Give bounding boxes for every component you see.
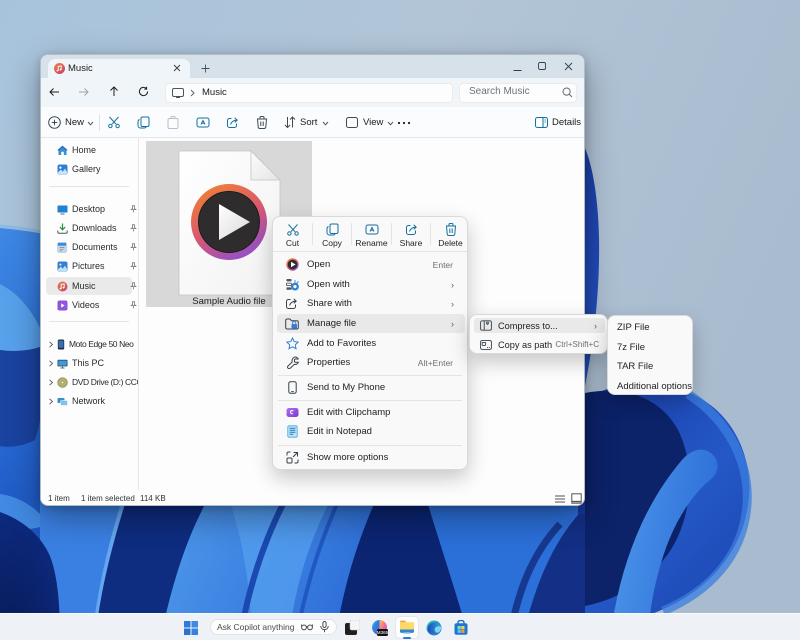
svg-text:M365: M365 — [377, 630, 388, 635]
